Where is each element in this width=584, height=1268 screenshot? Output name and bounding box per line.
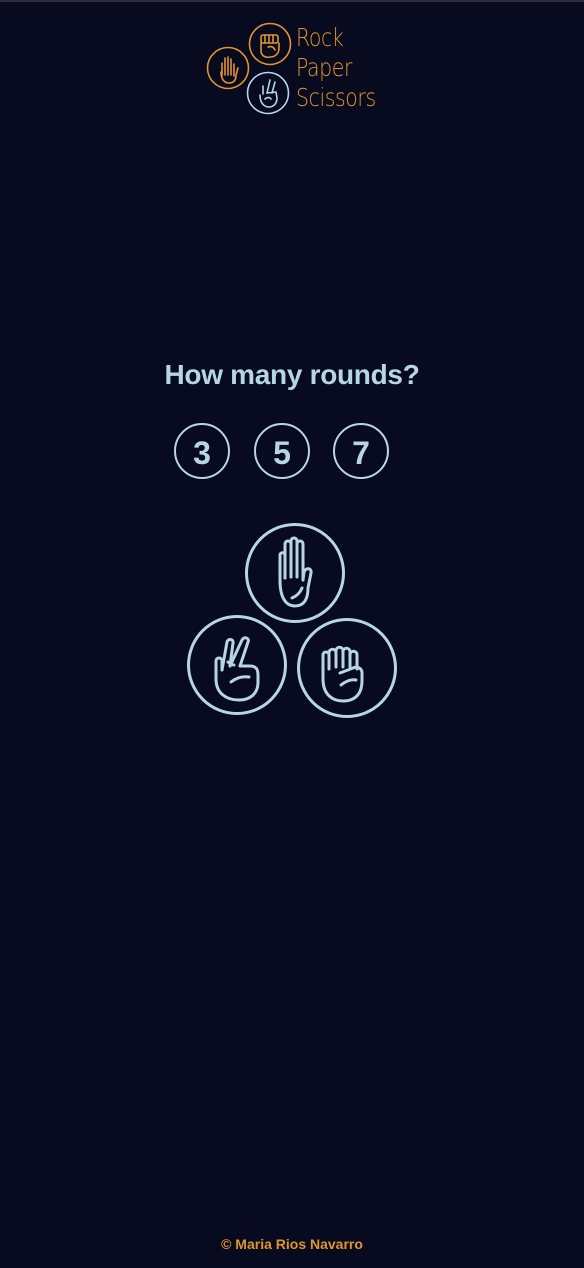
logo-word-scissors: Scissors [296, 83, 376, 112]
round-3-button[interactable]: 3 [174, 423, 230, 479]
logo-word-rock: Rock [296, 23, 344, 52]
scissors-hand-icon [187, 615, 287, 715]
logo-word-paper: Paper [296, 53, 353, 82]
round-5-button[interactable]: 5 [254, 423, 310, 479]
rounds-question: How many rounds? [164, 359, 420, 390]
scissors-hand [186, 614, 288, 716]
logo: Rock Paper Scissors [205, 20, 385, 120]
rock-hand [296, 617, 398, 719]
logo-text: Rock Paper Scissors [296, 23, 376, 113]
rock-fist-icon [297, 618, 397, 718]
footer-credit: © Maria Rios Navarro [221, 1236, 363, 1252]
logo-rock-fist-icon [248, 22, 292, 66]
hands-illustration [180, 520, 404, 722]
paper-hand [244, 522, 346, 624]
round-options: 3 5 7 [0, 423, 584, 483]
logo-paper-hand-icon [206, 46, 250, 90]
logo-scissors-hand-icon [246, 71, 290, 115]
paper-hand-icon [245, 523, 345, 623]
top-border [0, 0, 584, 2]
logo-icons [206, 22, 292, 115]
round-7-button[interactable]: 7 [333, 423, 389, 479]
